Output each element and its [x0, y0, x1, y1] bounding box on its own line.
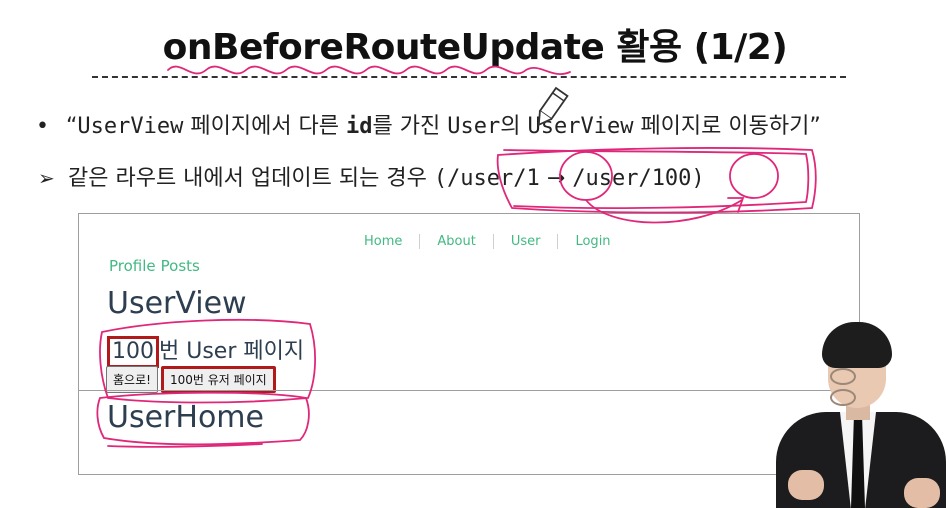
nav-link-login[interactable]: Login: [557, 234, 627, 249]
route-arrow-icon: →: [546, 166, 566, 191]
code-user: User: [447, 114, 501, 139]
bullet-text-4: 페이지로 이동하기: [633, 114, 810, 139]
button-row: 홈으로! 100번 유저 페이지: [106, 366, 276, 393]
id-100-circle: [729, 153, 779, 199]
posts-link[interactable]: Posts: [161, 257, 200, 275]
open-quote: “: [66, 114, 78, 139]
userhome-heading: UserHome: [107, 400, 264, 435]
section-divider: [79, 390, 859, 391]
userview-heading: UserView: [107, 286, 247, 321]
app-screenshot-frame: Home About User Login Profile Posts UserV…: [78, 213, 860, 475]
user-page-title: 100 번 User 페이지: [107, 333, 304, 368]
user-100-button[interactable]: 100번 유저 페이지: [160, 366, 276, 393]
arrow-bullet-icon: ➢: [38, 166, 55, 190]
presenter-hair: [822, 322, 892, 368]
slide-title: onBeforeRouteUpdate 활용 (1/2): [162, 27, 788, 68]
user-sub-links: Profile Posts: [109, 257, 205, 275]
presenter-left-hand: [788, 470, 824, 500]
subpoint-line: ➢ 같은 라우트 내에서 업데이트 되는 경우 (/user/1 → /user/…: [38, 160, 705, 192]
route-to: /user/100): [572, 166, 705, 191]
bullet-line: • “UserView 페이지에서 다른 id를 가진 User의 UserVie…: [36, 108, 821, 140]
app-nav: Home About User Login: [347, 234, 628, 249]
code-id: id: [346, 114, 373, 139]
presenter-video: [770, 320, 950, 508]
bullet-text-1: 페이지에서 다른: [183, 114, 347, 139]
route-from: (/user/1: [433, 166, 540, 191]
home-button[interactable]: 홈으로!: [106, 366, 158, 393]
nav-link-user[interactable]: User: [492, 234, 558, 249]
subpoint-text: 같은 라우트 내에서 업데이트 되는 경우: [68, 166, 434, 191]
code-userview: UserView: [77, 114, 184, 139]
nav-link-home[interactable]: Home: [347, 234, 419, 249]
bullet-text-3: 의: [500, 114, 528, 139]
presenter-glasses: [830, 368, 886, 406]
title-divider: [92, 76, 846, 78]
close-quote: ”: [809, 114, 821, 139]
code-userview-2: UserView: [527, 114, 634, 139]
id-link-arrow-head: [727, 197, 745, 213]
bullet-marker: •: [36, 114, 49, 139]
user-page-suffix: 번 User 페이지: [159, 339, 305, 364]
nav-link-about[interactable]: About: [419, 234, 492, 249]
user-id-highlight: 100: [107, 336, 159, 368]
bullet-text-2: 를 가진: [372, 114, 448, 139]
presenter-right-hand: [904, 478, 940, 508]
profile-link[interactable]: Profile: [109, 257, 156, 275]
